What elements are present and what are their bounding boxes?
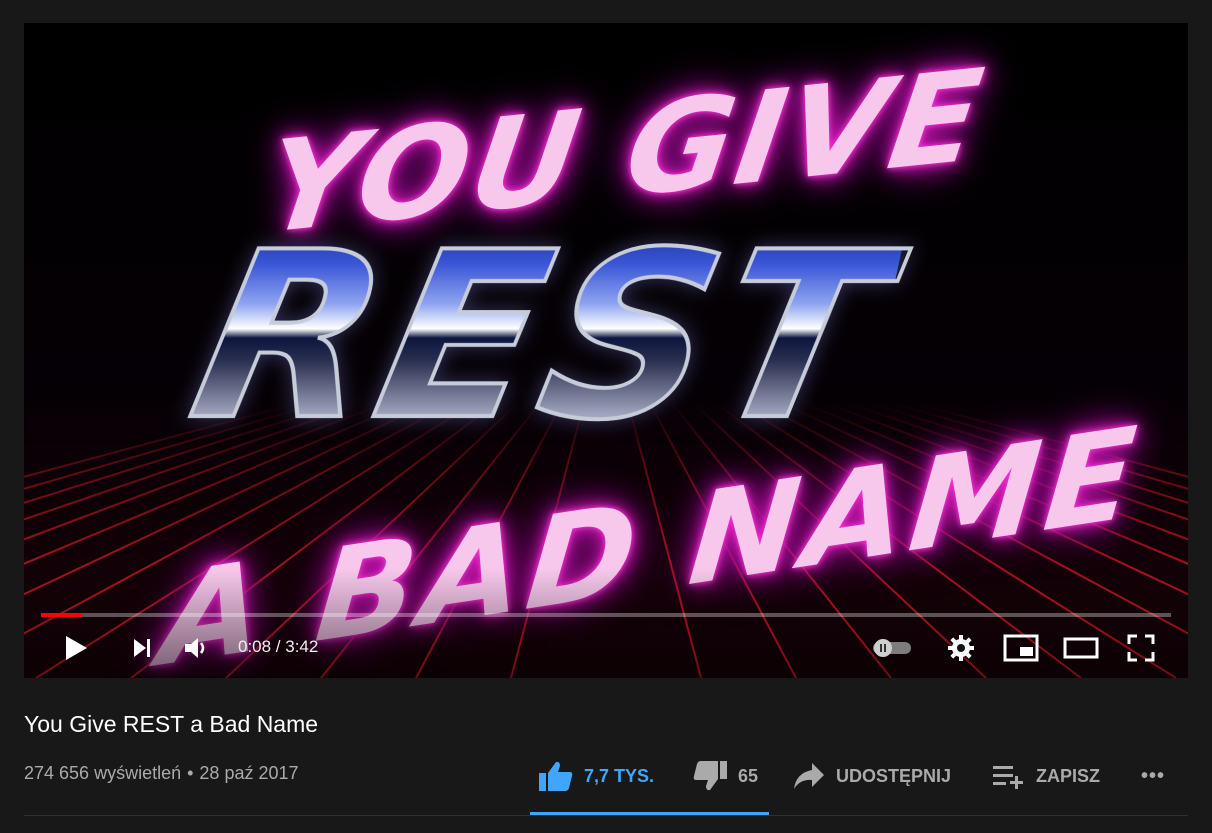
gear-icon	[948, 635, 974, 661]
artwork-line-rest: REST	[172, 202, 914, 473]
page: YOU GIVE REST A BAD NAME 0:08 / 3:42 You…	[0, 0, 1212, 833]
divider	[24, 815, 1188, 816]
video-meta: 274 656 wyświetleń • 28 paź 2017	[24, 763, 299, 784]
volume-button[interactable]	[178, 630, 214, 666]
save-label: ZAPISZ	[1036, 765, 1101, 786]
video-title: You Give REST a Bad Name	[24, 711, 319, 737]
progress-bar[interactable]	[41, 613, 1171, 617]
like-count: 7,7 TYS.	[584, 765, 655, 786]
playlist-add-icon	[993, 766, 1023, 789]
miniplayer-icon	[1003, 634, 1039, 662]
autoplay-toggle[interactable]	[870, 630, 914, 666]
video-player[interactable]: YOU GIVE REST A BAD NAME 0:08 / 3:42	[24, 23, 1188, 678]
more-actions-button[interactable]: •••	[1141, 756, 1165, 796]
play-button[interactable]	[58, 630, 94, 666]
time-display: 0:08 / 3:42	[238, 637, 319, 656]
thumbs-down-icon	[693, 761, 727, 791]
progress-bar-played	[41, 613, 82, 617]
share-label: UDOSTĘPNIJ	[836, 765, 952, 786]
upload-date: 28 paź 2017	[199, 763, 299, 783]
meta-separator: •	[187, 763, 194, 783]
fullscreen-button[interactable]	[1122, 630, 1160, 666]
share-button[interactable]: UDOSTĘPNIJ	[792, 756, 951, 796]
more-icon: •••	[1141, 764, 1166, 787]
dislike-button[interactable]: 65	[692, 756, 758, 796]
theater-mode-icon	[1063, 637, 1099, 659]
miniplayer-button[interactable]	[1000, 630, 1042, 666]
fullscreen-icon	[1127, 634, 1155, 662]
autoplay-toggle-icon	[873, 639, 911, 657]
dislike-count: 65	[738, 765, 759, 786]
view-count: 274 656 wyświetleń	[24, 763, 182, 783]
thumbs-up-icon	[539, 761, 573, 791]
like-button[interactable]: 7,7 TYS.	[538, 756, 654, 796]
settings-button[interactable]	[942, 630, 980, 666]
share-icon	[794, 763, 824, 789]
save-button[interactable]: ZAPISZ	[992, 756, 1100, 796]
theater-mode-button[interactable]	[1060, 630, 1102, 666]
volume-icon	[185, 638, 205, 658]
next-button[interactable]	[124, 630, 160, 666]
next-icon	[134, 639, 150, 657]
play-icon	[66, 636, 87, 660]
